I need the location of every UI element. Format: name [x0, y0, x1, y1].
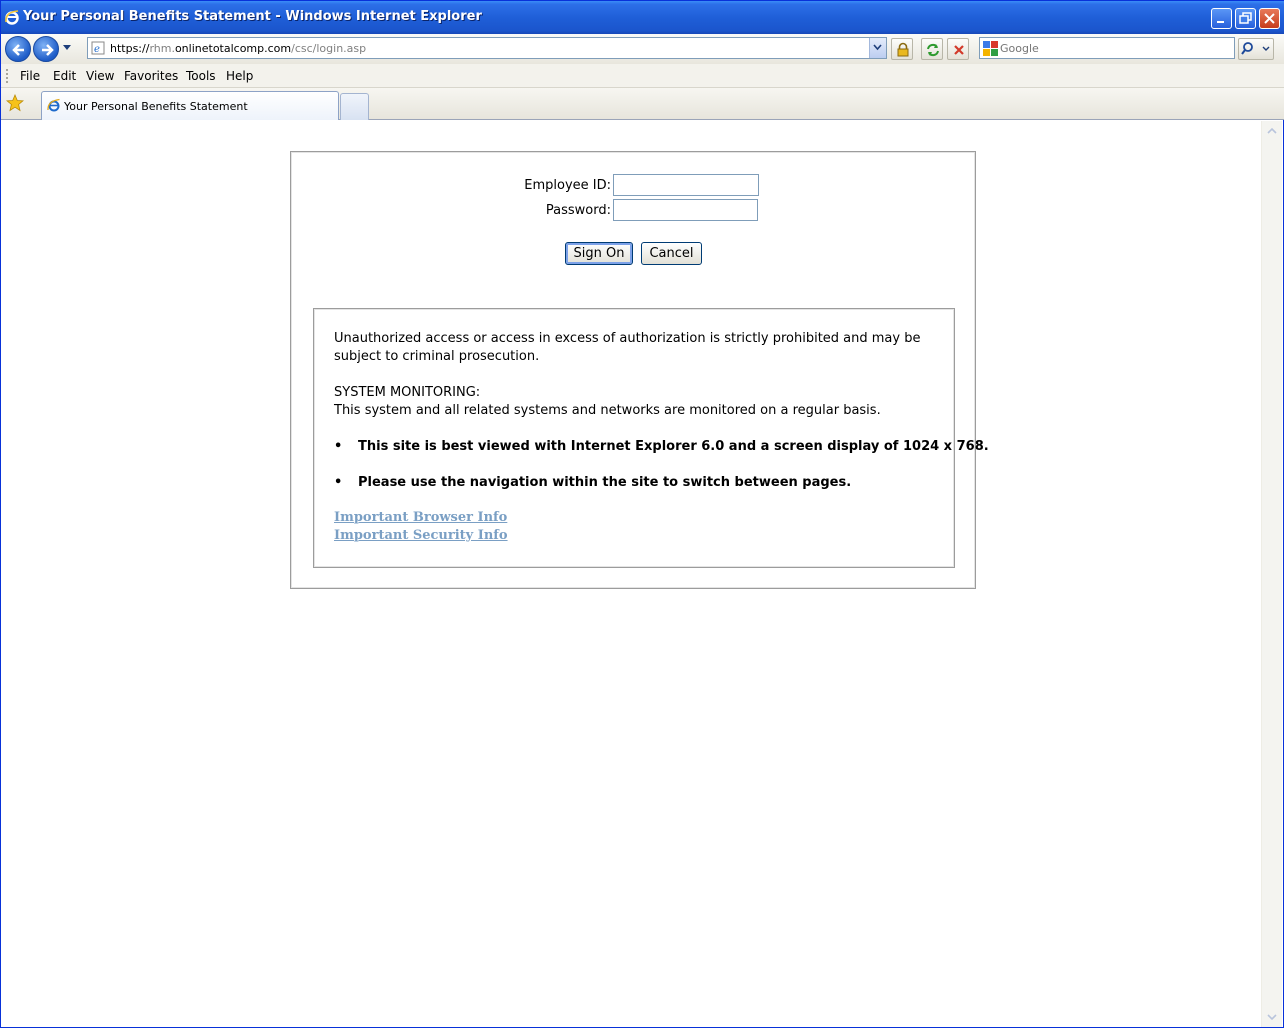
address-bar[interactable]: e https://rhm.onlinetotalcomp.com/csc/lo… [87, 37, 887, 59]
address-dropdown-button[interactable] [869, 38, 886, 58]
url-subdomain: rhm. [149, 42, 175, 55]
password-input[interactable] [613, 199, 758, 221]
security-info-link[interactable]: Important Security Info [334, 528, 508, 543]
menu-bar: File Edit View Favorites Tools Help [1, 64, 1284, 88]
svg-text:e: e [94, 44, 100, 55]
tab-label: Your Personal Benefits Statement [64, 100, 248, 113]
navigation-bar: e https://rhm.onlinetotalcomp.com/csc/lo… [1, 34, 1284, 64]
back-button[interactable] [5, 36, 31, 62]
close-button[interactable] [1259, 8, 1280, 29]
browser-info-link[interactable]: Important Browser Info [334, 510, 507, 525]
warning-line-2: subject to criminal prosecution. [334, 349, 540, 364]
tab-benefits-statement[interactable]: Your Personal Benefits Statement [41, 91, 339, 120]
menu-favorites[interactable]: Favorites [124, 69, 178, 83]
google-icon [983, 41, 998, 56]
restore-button[interactable] [1235, 8, 1256, 29]
vertical-scrollbar[interactable] [1261, 121, 1282, 1027]
sign-on-button[interactable]: Sign On [565, 242, 633, 265]
bullet-text-navigation: Please use the navigation within the sit… [358, 475, 852, 490]
monitoring-text: This system and all related systems and … [334, 403, 881, 418]
menu-edit[interactable]: Edit [53, 69, 76, 83]
lock-icon [897, 42, 909, 57]
close-icon [1264, 13, 1275, 24]
menu-help[interactable]: Help [226, 69, 253, 83]
warning-line-1: Unauthorized access or access in excess … [334, 331, 921, 346]
url-domain: onlinetotalcomp.com [174, 42, 292, 55]
address-url: https://rhm.onlinetotalcomp.com/csc/logi… [110, 42, 366, 55]
security-lock-button[interactable] [891, 38, 913, 60]
login-panel: Employee ID: Password: Sign On Cancel Un… [290, 151, 989, 589]
bullet-icon: • [334, 475, 343, 490]
ie-tab-icon [47, 98, 60, 112]
search-box[interactable] [979, 37, 1235, 59]
window-title: Your Personal Benefits Statement - Windo… [23, 9, 482, 24]
page-content: Employee ID: Password: Sign On Cancel Un… [2, 121, 1261, 1027]
chevron-down-icon [873, 44, 882, 51]
browser-window: Your Personal Benefits Statement - Windo… [0, 0, 1284, 1028]
menu-tools[interactable]: Tools [186, 69, 216, 83]
refresh-button[interactable] [921, 38, 943, 60]
minimize-icon [1217, 21, 1224, 23]
new-tab-button[interactable] [340, 93, 369, 120]
forward-arrow-icon [42, 44, 54, 56]
search-magnifier-icon [1241, 42, 1270, 55]
tab-bar: Your Personal Benefits Statement [1, 88, 1284, 120]
monitoring-title: SYSTEM MONITORING: [334, 385, 481, 400]
menu-file[interactable]: File [20, 69, 40, 83]
recent-pages-dropdown-icon[interactable] [62, 44, 72, 52]
url-path: /csc/login.asp [291, 42, 367, 55]
url-protocol: https:// [110, 42, 150, 55]
cancel-button[interactable]: Cancel [641, 242, 702, 265]
employee-id-input[interactable] [613, 174, 759, 196]
forward-button[interactable] [33, 36, 59, 62]
minimize-button[interactable] [1211, 8, 1232, 29]
stop-icon [954, 45, 964, 55]
search-button[interactable] [1238, 38, 1274, 60]
search-input[interactable] [1000, 40, 1230, 56]
toolbar-grip [6, 69, 8, 83]
back-arrow-icon [12, 44, 24, 56]
employee-id-label: Employee ID: [524, 178, 611, 193]
stop-button[interactable] [947, 38, 969, 60]
refresh-icon [927, 43, 939, 57]
title-bar[interactable]: Your Personal Benefits Statement - Windo… [1, 1, 1284, 34]
menu-view[interactable]: View [86, 69, 114, 83]
page-favicon-icon: e [91, 41, 105, 55]
scroll-down-icon[interactable] [1264, 1009, 1280, 1025]
bullet-icon: • [334, 439, 343, 454]
password-label: Password: [545, 203, 611, 218]
star-icon[interactable] [6, 94, 24, 112]
scroll-up-icon[interactable] [1264, 123, 1280, 139]
bullet-text-browser: This site is best viewed with Internet E… [358, 439, 989, 454]
ie-icon [5, 10, 19, 25]
restore-icon [1239, 12, 1252, 24]
warning-text: Unauthorized access or access in excess … [334, 330, 934, 366]
notice-panel: Unauthorized access or access in excess … [313, 308, 989, 568]
monitoring-section: SYSTEM MONITORING: This system and all r… [334, 384, 934, 420]
